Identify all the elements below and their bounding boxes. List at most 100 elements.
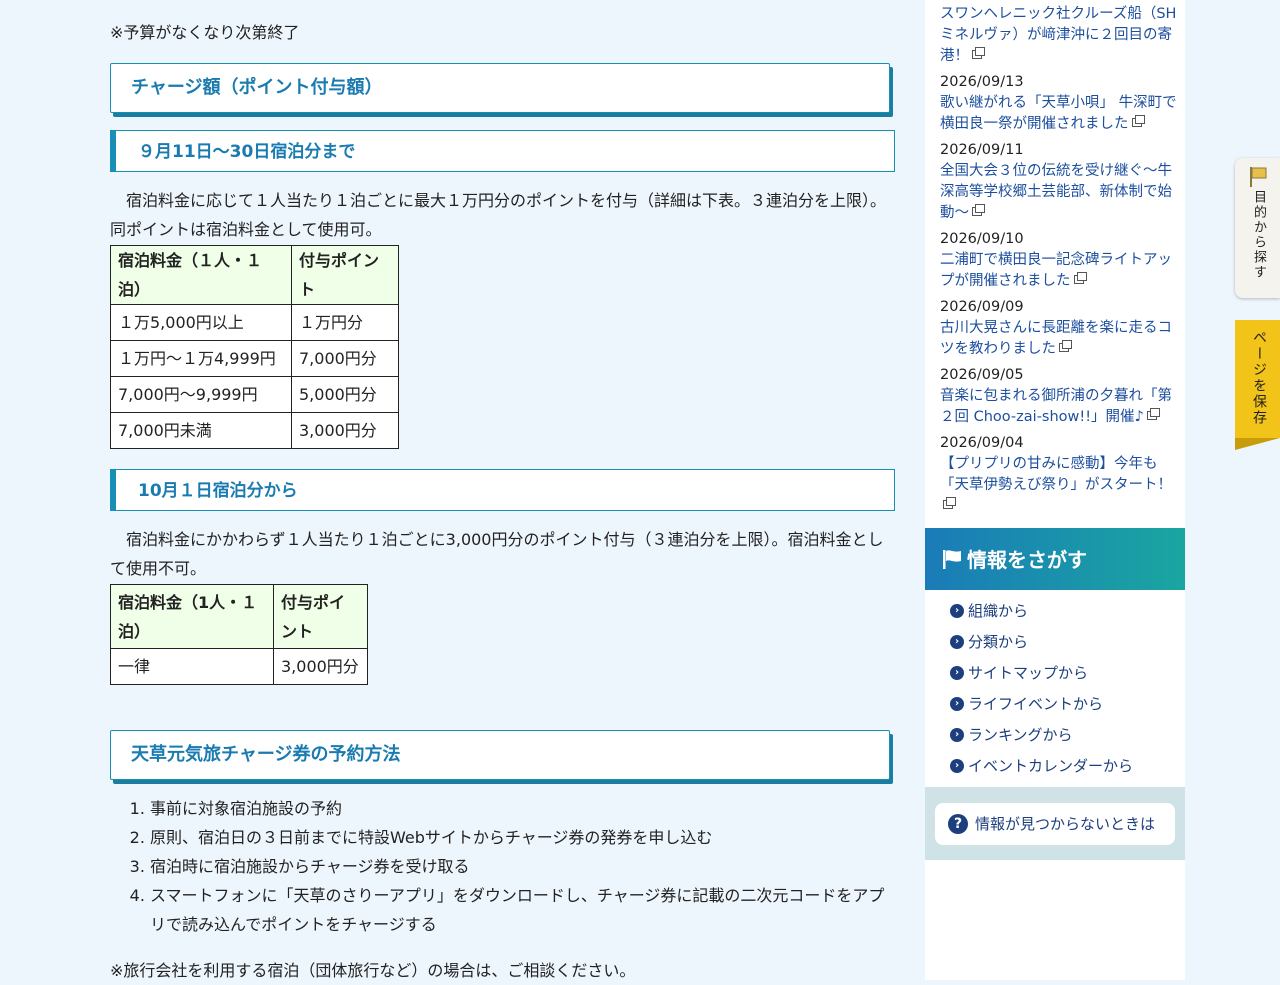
list-item: 2026/09/04 【プリプリの甘みに感動】今年も「天草伊勢えび祭り」がスター… xyxy=(940,433,1180,517)
search-by-sitemap[interactable]: › サイトマップから xyxy=(950,662,1133,693)
table-cell: １万円分 xyxy=(291,304,399,341)
list-item: 事前に対象宿泊施設の予約 xyxy=(150,794,890,823)
save-page-tab-fold xyxy=(1235,438,1280,450)
table-cell: 7,000円〜9,999円 xyxy=(110,376,292,413)
table-header-cell: 宿泊料金（１人・１泊） xyxy=(110,245,292,305)
flag-icon xyxy=(943,550,961,569)
external-link-icon xyxy=(972,204,985,216)
reservation-heading: 天草元気旅チャージ券の予約方法 xyxy=(110,730,890,780)
list-item: 2026/09/05 音楽に包まれる御所浦の夕暮れ「第２回 Choo-zai-s… xyxy=(940,365,1180,428)
external-link-icon xyxy=(943,497,956,509)
news-date: 2026/09/04 xyxy=(940,435,1024,451)
news-date: 2026/09/09 xyxy=(940,299,1024,315)
news-list: スワンヘレニック社クルーズ船（SHミネルヴァ）が﨑津沖に２回目の寄港！ 2026… xyxy=(940,4,1180,522)
search-item-label: ライフイベントから xyxy=(968,695,1104,713)
search-by-life-event[interactable]: › ライフイベントから xyxy=(950,693,1133,724)
news-link[interactable]: スワンヘレニック社クルーズ船（SHミネルヴァ）が﨑津沖に２回目の寄港！ xyxy=(940,6,1176,64)
external-link-icon xyxy=(1073,272,1087,284)
search-by-ranking[interactable]: › ランキングから xyxy=(950,724,1133,755)
table-row: 一律 3,000円分 xyxy=(110,648,368,685)
table-cell: 一律 xyxy=(110,648,274,685)
search-item-label: イベントカレンダーから xyxy=(968,757,1134,775)
table-cell: １万円〜１万4,999円 xyxy=(110,340,292,377)
news-link[interactable]: 音楽に包まれる御所浦の夕暮れ「第２回 Choo-zai-show!!」開催♪ xyxy=(940,388,1172,425)
table-header-cell: 付与ポイント xyxy=(291,245,399,305)
search-item-label: サイトマップから xyxy=(968,664,1089,682)
news-date: 2026/09/05 xyxy=(940,367,1024,383)
chevron-right-icon: › xyxy=(950,666,964,680)
chevron-right-icon: › xyxy=(950,728,964,742)
news-link[interactable]: 全国大会３位の伝統を受け継ぐ〜牛深高等学校郷土芸能部、新体制で始動〜 xyxy=(940,163,1172,221)
search-links: › 組織から › 分類から › サイトマップから › ライフイベントから › ランキングか… xyxy=(950,600,1133,786)
table-cell: 3,000円分 xyxy=(273,648,368,685)
list-item: 2026/09/09 古川大晃さんに長距離を楽に走るコツを教わりました xyxy=(940,297,1180,360)
table-cell: 7,000円未満 xyxy=(110,412,292,449)
chevron-right-icon: › xyxy=(950,759,964,773)
search-item-label: 組織から xyxy=(968,602,1029,620)
table-row: 7,000円〜9,999円 5,000円分 xyxy=(110,376,399,413)
search-item-label: 分類から xyxy=(968,633,1029,651)
external-link-icon xyxy=(1146,408,1160,420)
question-icon: ? xyxy=(948,814,968,834)
search-info-title: 情報をさがす xyxy=(967,548,1087,572)
news-date: 2026/09/13 xyxy=(940,74,1024,90)
not-found-label: 情報が見つからないときは xyxy=(975,815,1156,833)
table-cell: 3,000円分 xyxy=(291,412,399,449)
table-header-cell: 宿泊料金（1人・１泊） xyxy=(110,584,274,649)
list-item: 2026/09/10 二浦町で横田良一記念碑ライトアップが開催されました xyxy=(940,229,1180,292)
chevron-right-icon: › xyxy=(950,697,964,711)
flag-icon xyxy=(1250,167,1267,187)
table-header-row: 宿泊料金（１人・１泊） 付与ポイント xyxy=(110,245,399,305)
save-page-tab-body: ページを保存 xyxy=(1235,320,1280,438)
news-link[interactable]: 二浦町で横田良一記念碑ライトアップが開催されました xyxy=(940,252,1172,289)
table-cell: 7,000円分 xyxy=(291,340,399,377)
table-cell: １万5,000円以上 xyxy=(110,304,292,341)
list-item: 原則、宿泊日の３日前までに特設Webサイトからチャージ券の発券を申し込む xyxy=(150,823,890,852)
news-date: 2026/09/10 xyxy=(940,231,1024,247)
purpose-search-label: 目的から探す xyxy=(1251,190,1266,280)
table-cell: 5,000円分 xyxy=(291,376,399,413)
travel-agency-note: ※旅行会社を利用する宿泊（団体旅行など）の場合は、ご相談ください。 xyxy=(110,961,636,980)
september-heading: ９月11日〜30日宿泊分まで xyxy=(110,130,895,172)
list-item: 2026/09/11 全国大会３位の伝統を受け継ぐ〜牛深高等学校郷土芸能部、新体… xyxy=(940,140,1180,224)
table-header-row: 宿泊料金（1人・１泊） 付与ポイント xyxy=(110,584,368,649)
news-title: 音楽に包まれる御所浦の夕暮れ「第２回 Choo-zai-show!!」開催♪ xyxy=(940,388,1172,425)
search-by-organization[interactable]: › 組織から xyxy=(950,600,1133,631)
search-item-label: ランキングから xyxy=(968,726,1073,744)
list-item: スマートフォンに「天草のさりーアプリ」をダウンロードし、チャージ券に記載の二次元… xyxy=(150,881,890,939)
september-heading-text: ９月11日〜30日宿泊分まで xyxy=(138,142,356,162)
news-title: 二浦町で横田良一記念碑ライトアップが開催されました xyxy=(940,252,1172,289)
news-title: 【プリプリの甘みに感動】今年も「天草伊勢えび祭り」がスタート！ xyxy=(940,456,1172,493)
news-date: 2026/09/11 xyxy=(940,142,1024,158)
news-link[interactable]: 古川大晃さんに長距離を楽に走るコツを教わりました xyxy=(940,320,1172,357)
save-page-tab[interactable]: ページを保存 xyxy=(1235,320,1280,450)
external-link-icon xyxy=(972,47,985,59)
october-heading: 10月１日宿泊分から xyxy=(110,469,895,511)
october-heading-text: 10月１日宿泊分から xyxy=(138,481,298,501)
september-points-table: 宿泊料金（１人・１泊） 付与ポイント １万5,000円以上 １万円分 １万円〜１… xyxy=(110,245,399,449)
list-item: スワンヘレニック社クルーズ船（SHミネルヴァ）が﨑津沖に２回目の寄港！ xyxy=(940,4,1180,67)
october-points-table: 宿泊料金（1人・１泊） 付与ポイント 一律 3,000円分 xyxy=(110,584,368,685)
september-description: 宿泊料金に応じて１人当たり１泊ごとに最大１万円分のポイントを付与（詳細は下表。３… xyxy=(110,191,887,239)
purpose-search-tab[interactable]: 目的から探す xyxy=(1235,158,1280,298)
news-link[interactable]: 【プリプリの甘みに感動】今年も「天草伊勢えび祭り」がスタート！ xyxy=(940,456,1172,514)
charge-heading: チャージ額（ポイント付与額） xyxy=(110,63,890,113)
table-header-cell: 付与ポイント xyxy=(273,584,368,649)
search-by-category[interactable]: › 分類から xyxy=(950,631,1133,662)
search-by-event-calendar[interactable]: › イベントカレンダーから xyxy=(950,755,1133,786)
table-row: １万5,000円以上 １万円分 xyxy=(110,304,399,341)
news-title: 古川大晃さんに長距離を楽に走るコツを教わりました xyxy=(940,320,1172,357)
budget-note: ※予算がなくなり次第終了 xyxy=(110,23,300,42)
sidebar: スワンヘレニック社クルーズ船（SHミネルヴァ）が﨑津沖に２回目の寄港！ 2026… xyxy=(925,0,1185,980)
chevron-right-icon: › xyxy=(950,635,964,649)
not-found-button[interactable]: ? 情報が見つからないときは xyxy=(935,803,1175,845)
search-info-header: 情報をさがす xyxy=(925,528,1185,590)
october-description: 宿泊料金にかかわらず１人当たり１泊ごとに3,000円分のポイント付与（３連泊分を… xyxy=(110,530,884,578)
save-page-label: ページを保存 xyxy=(1251,330,1267,426)
not-found-section: ? 情報が見つからないときは xyxy=(925,787,1185,860)
list-item: 2026/09/13 歌い継がれる「天草小唄」 牛深町で横田良一祭が開催されまし… xyxy=(940,72,1180,135)
external-link-icon xyxy=(1059,340,1072,352)
external-link-icon xyxy=(1131,115,1145,127)
news-link[interactable]: 歌い継がれる「天草小唄」 牛深町で横田良一祭が開催されました xyxy=(940,95,1177,132)
table-row: １万円〜１万4,999円 7,000円分 xyxy=(110,340,399,377)
